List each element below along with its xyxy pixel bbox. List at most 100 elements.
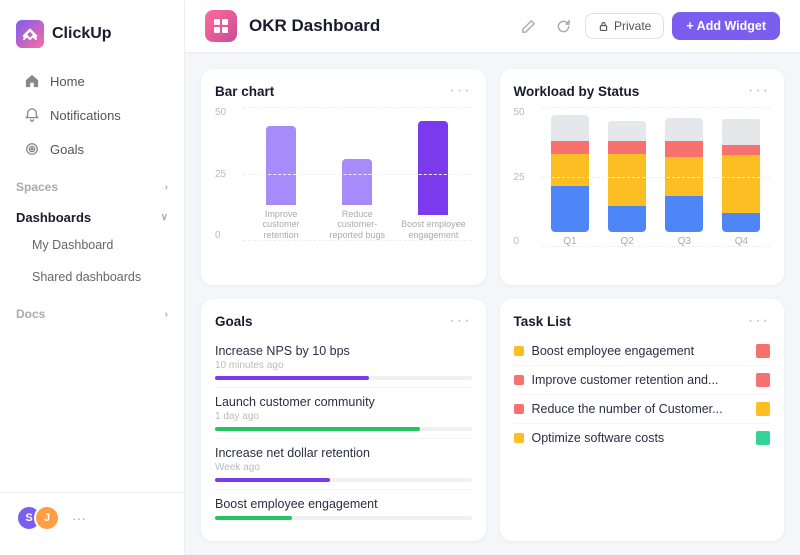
- stacked-bar: [722, 118, 760, 232]
- goal-name: Launch customer community: [215, 395, 375, 409]
- logo-text: ClickUp: [52, 25, 112, 43]
- bar: [342, 159, 372, 205]
- footer-menu[interactable]: ···: [72, 510, 86, 526]
- workload-graph: 50250 Q1 Q2 Q3 Q4: [514, 107, 771, 271]
- bar-chart-area: 50250 Improve customer retention Reduce …: [215, 107, 472, 271]
- stacked-segment: [551, 115, 589, 141]
- task-name: Reduce the number of Customer...: [532, 402, 749, 416]
- stacked-bar: [608, 121, 646, 232]
- goals-card: Goals ··· Increase NPS by 10 bps 10 minu…: [201, 299, 486, 541]
- stacked-segment: [608, 154, 646, 206]
- stacked-segment: [722, 155, 760, 213]
- stacked-segment: [551, 141, 589, 154]
- stacked-segment: [551, 186, 589, 232]
- add-widget-label: + Add Widget: [686, 19, 766, 33]
- bar-group: Improve customer retention: [243, 126, 319, 241]
- stacked-bar-group: Q2: [599, 121, 656, 247]
- goals-card-title: Goals: [215, 314, 253, 329]
- sidebar-notifications-label: Notifications: [50, 108, 121, 123]
- logo-icon: [16, 20, 44, 48]
- workload-chart-area: 50250 Q1 Q2 Q3 Q4: [514, 107, 771, 271]
- main-content: OKR Dashboard Private + Add Widget Bar c…: [185, 0, 800, 555]
- bar-chart-menu[interactable]: ···: [450, 83, 472, 99]
- dashboards-section[interactable]: Dashboards ∨: [0, 202, 184, 229]
- bell-icon: [24, 107, 40, 123]
- goals-list: Increase NPS by 10 bps 10 minutes ago La…: [215, 337, 472, 527]
- task-flag: [756, 402, 770, 416]
- task-list-header: Task List ···: [514, 313, 771, 329]
- sidebar-goals-label: Goals: [50, 142, 84, 157]
- task-name: Optimize software costs: [532, 431, 749, 445]
- stacked-bar-group: Q4: [713, 118, 770, 247]
- task-list-title: Task List: [514, 314, 572, 329]
- bar: [266, 126, 296, 205]
- workload-chart-header: Workload by Status ···: [514, 83, 771, 99]
- stacked-label: Q3: [678, 236, 691, 247]
- goal-top: Increase net dollar retention: [215, 446, 472, 460]
- spaces-section[interactable]: Spaces ›: [0, 172, 184, 198]
- task-list-items: Boost employee engagement Improve custom…: [514, 337, 771, 452]
- sidebar-item-my-dashboard[interactable]: My Dashboard: [8, 230, 176, 260]
- add-widget-button[interactable]: + Add Widget: [672, 12, 780, 40]
- sidebar-item-notifications[interactable]: Notifications: [8, 99, 176, 131]
- goal-item[interactable]: Launch customer community 1 day ago: [215, 388, 472, 439]
- spaces-label: Spaces: [16, 180, 58, 194]
- goal-item[interactable]: Increase net dollar retention Week ago: [215, 439, 472, 490]
- goal-time: Week ago: [215, 462, 472, 473]
- workload-chart-menu[interactable]: ···: [748, 83, 770, 99]
- docs-chevron: ›: [165, 309, 168, 320]
- goal-progress-bar: [215, 516, 472, 520]
- nav: Home Notifications Goals Spaces › Dashbo…: [0, 64, 184, 492]
- logo[interactable]: ClickUp: [0, 12, 184, 64]
- goals-card-header: Goals ···: [215, 313, 472, 329]
- stacked-label: Q4: [735, 236, 748, 247]
- goal-name: Increase NPS by 10 bps: [215, 344, 350, 358]
- bar-group: Reduce customer-reported bugs: [319, 159, 395, 241]
- task-item[interactable]: Improve customer retention and...: [514, 366, 771, 395]
- task-list-card: Task List ··· Boost employee engagement …: [500, 299, 785, 541]
- stacked-segment: [608, 206, 646, 232]
- docs-section[interactable]: Docs ›: [0, 299, 184, 325]
- bar-group: Boost employee engagement: [395, 121, 471, 241]
- bar-chart-card: Bar chart ··· 50250 Improve customer ret…: [201, 69, 486, 285]
- task-name: Improve customer retention and...: [532, 373, 749, 387]
- stacked-label: Q2: [621, 236, 634, 247]
- bar-chart-header: Bar chart ···: [215, 83, 472, 99]
- task-item[interactable]: Reduce the number of Customer...: [514, 395, 771, 424]
- edit-button[interactable]: [515, 13, 542, 40]
- task-dot: [514, 433, 524, 443]
- task-flag: [756, 373, 770, 387]
- refresh-button[interactable]: [550, 13, 577, 40]
- sidebar-item-home[interactable]: Home: [8, 65, 176, 97]
- bar-label: Reduce customer-reported bugs: [322, 209, 392, 241]
- docs-label: Docs: [16, 307, 45, 321]
- bar: [418, 121, 448, 215]
- task-item[interactable]: Boost employee engagement: [514, 337, 771, 366]
- task-list-menu[interactable]: ···: [748, 313, 770, 329]
- private-button[interactable]: Private: [585, 13, 664, 39]
- workload-chart-title: Workload by Status: [514, 84, 640, 99]
- goal-progress-bar: [215, 427, 472, 431]
- bar-label: Improve customer retention: [246, 209, 316, 241]
- sidebar-item-shared-dashboards[interactable]: Shared dashboards: [8, 262, 176, 292]
- sidebar-item-goals[interactable]: Goals: [8, 133, 176, 165]
- target-icon: [24, 141, 40, 157]
- stacked-bar-group: Q3: [656, 118, 713, 247]
- task-item[interactable]: Optimize software costs: [514, 424, 771, 452]
- sidebar-footer: S J ···: [0, 492, 184, 543]
- dashboards-chevron: ∨: [161, 212, 168, 223]
- home-icon: [24, 73, 40, 89]
- goal-item[interactable]: Boost employee engagement: [215, 490, 472, 527]
- avatar-group[interactable]: S J: [16, 505, 60, 531]
- task-name: Boost employee engagement: [532, 344, 749, 358]
- goal-item[interactable]: Increase NPS by 10 bps 10 minutes ago: [215, 337, 472, 388]
- stacked-segment: [722, 213, 760, 232]
- task-dot: [514, 375, 524, 385]
- goal-name: Boost employee engagement: [215, 497, 378, 511]
- goals-card-menu[interactable]: ···: [450, 313, 472, 329]
- task-dot: [514, 404, 524, 414]
- task-flag: [756, 344, 770, 358]
- stacked-bar: [551, 115, 589, 232]
- stacked-bar-group: Q1: [542, 115, 599, 247]
- stacked-label: Q1: [563, 236, 576, 247]
